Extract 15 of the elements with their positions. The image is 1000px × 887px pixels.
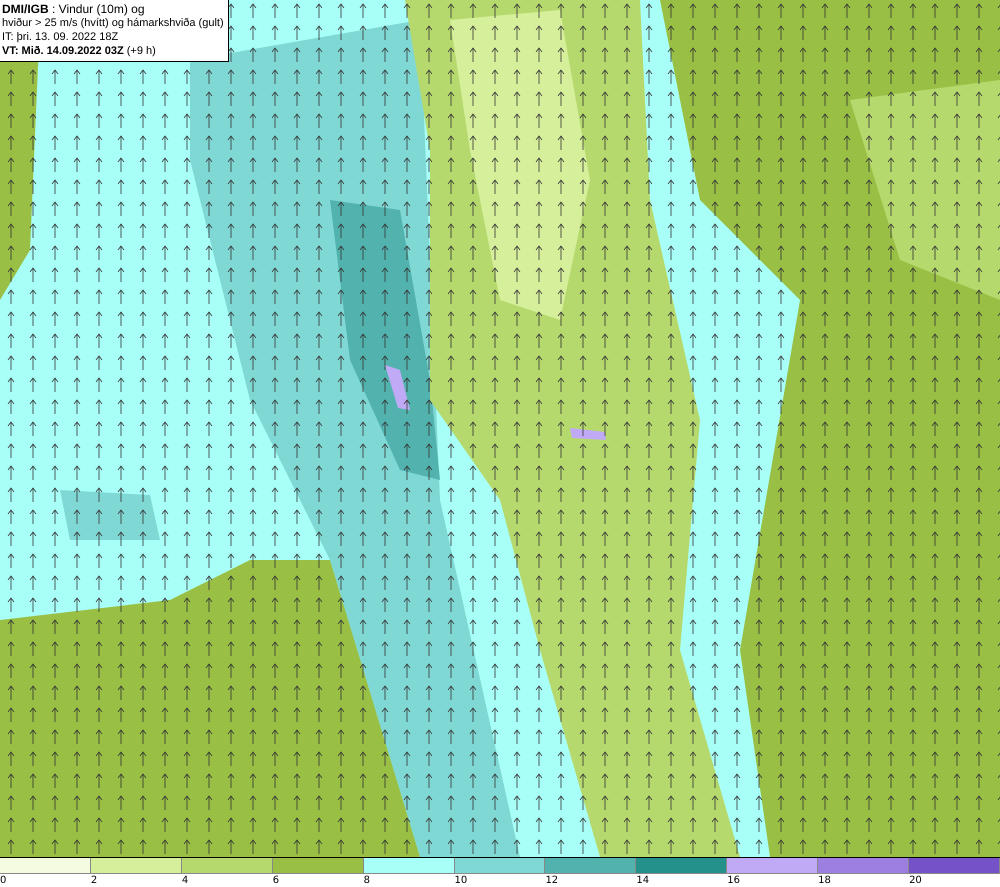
title-line: IT: þri. 13. 09. 2022 18Z [2, 30, 120, 44]
legend-label: 8 [364, 875, 370, 886]
legend-label: 12 [545, 875, 558, 886]
legend-label: 0 [0, 875, 6, 886]
legend-label: 18 [818, 875, 831, 886]
legend-label: 4 [182, 875, 188, 886]
legend-label: 14 [636, 875, 650, 886]
legend-label: 6 [272, 875, 280, 886]
legend-label: 20 [909, 875, 922, 886]
title-line: VT: Mið. 14.09.2022 03Z (+9 h) [2, 44, 157, 58]
legend-label: 2 [90, 875, 98, 886]
title-line: hviður > 25 m/s (hvítt) og hámarkshviða (gult) [2, 16, 224, 30]
legend-label: 10 [454, 875, 468, 886]
title-line: DMI/IGB : Vindur (10m) og [2, 2, 146, 16]
legend-label: 16 [727, 875, 740, 886]
